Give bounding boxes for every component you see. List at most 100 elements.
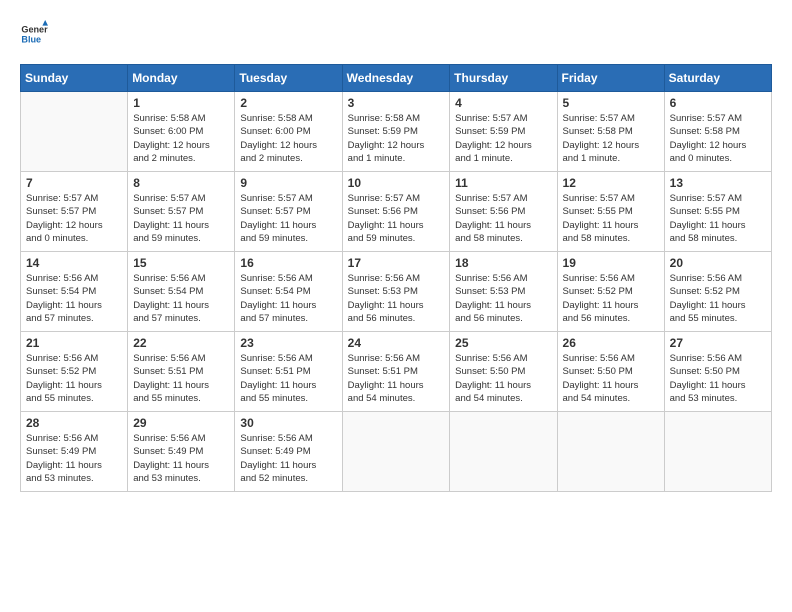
- day-number: 18: [455, 256, 551, 270]
- calendar-cell: 11 Sunrise: 5:57 AM Sunset: 5:56 PM Dayli…: [450, 172, 557, 252]
- day-number: 13: [670, 176, 766, 190]
- day-info: Sunrise: 5:56 AM Sunset: 5:51 PM Dayligh…: [348, 352, 445, 405]
- calendar-cell: 12Sunrise: 5:57 AM Sunset: 5:55 PM Dayli…: [557, 172, 664, 252]
- day-info: Sunrise: 5:56 AM Sunset: 5:49 PM Dayligh…: [26, 432, 122, 485]
- calendar-cell: 16 Sunrise: 5:56 AM Sunset: 5:54 PM Dayli…: [235, 252, 342, 332]
- day-info: Sunrise: 5:57 AM Sunset: 5:57 PM Dayligh…: [240, 192, 336, 245]
- calendar-cell: 3Sunrise: 5:58 AM Sunset: 5:59 PM Daylig…: [342, 92, 450, 172]
- week-row-4: 21 Sunrise: 5:56 AM Sunset: 5:52 PM Dayli…: [21, 332, 772, 412]
- day-number: 26: [563, 336, 659, 350]
- day-info: Sunrise: 5:57 AM Sunset: 5:56 PM Dayligh…: [348, 192, 445, 245]
- day-number: 17: [348, 256, 445, 270]
- calendar-cell: 26Sunrise: 5:56 AM Sunset: 5:50 PM Dayli…: [557, 332, 664, 412]
- day-info: Sunrise: 5:56 AM Sunset: 5:50 PM Dayligh…: [455, 352, 551, 405]
- calendar-cell: 1 Sunrise: 5:58 AM Sunset: 6:00 PM Daylig…: [128, 92, 235, 172]
- calendar-cell: 4 Sunrise: 5:57 AM Sunset: 5:59 PM Daylig…: [450, 92, 557, 172]
- day-number: 16: [240, 256, 336, 270]
- day-info: Sunrise: 5:56 AM Sunset: 5:52 PM Dayligh…: [563, 272, 659, 325]
- day-number: 8: [133, 176, 229, 190]
- day-info: Sunrise: 5:56 AM Sunset: 5:53 PM Dayligh…: [455, 272, 551, 325]
- day-info: Sunrise: 5:56 AM Sunset: 5:54 PM Dayligh…: [133, 272, 229, 325]
- calendar-cell: 21 Sunrise: 5:56 AM Sunset: 5:52 PM Dayli…: [21, 332, 128, 412]
- day-number: 12: [563, 176, 659, 190]
- calendar-cell: 30 Sunrise: 5:56 AM Sunset: 5:49 PM Dayli…: [235, 412, 342, 492]
- calendar-cell: 13 Sunrise: 5:57 AM Sunset: 5:55 PM Dayli…: [664, 172, 771, 252]
- svg-text:General: General: [21, 25, 48, 35]
- day-info: Sunrise: 5:56 AM Sunset: 5:54 PM Dayligh…: [240, 272, 336, 325]
- day-header-thursday: Thursday: [450, 65, 557, 92]
- day-number: 22: [133, 336, 229, 350]
- calendar-cell: 19 Sunrise: 5:56 AM Sunset: 5:52 PM Dayli…: [557, 252, 664, 332]
- day-info: Sunrise: 5:57 AM Sunset: 5:59 PM Dayligh…: [455, 112, 551, 165]
- calendar-cell: 14Sunrise: 5:56 AM Sunset: 5:54 PM Dayli…: [21, 252, 128, 332]
- day-number: 2: [240, 96, 336, 110]
- calendar-cell: 27 Sunrise: 5:56 AM Sunset: 5:50 PM Dayli…: [664, 332, 771, 412]
- day-number: 3: [348, 96, 445, 110]
- calendar-cell: 29Sunrise: 5:56 AM Sunset: 5:49 PM Dayli…: [128, 412, 235, 492]
- day-number: 19: [563, 256, 659, 270]
- day-info: Sunrise: 5:57 AM Sunset: 5:57 PM Dayligh…: [133, 192, 229, 245]
- day-number: 21: [26, 336, 122, 350]
- calendar-cell: [557, 412, 664, 492]
- calendar-cell: 8 Sunrise: 5:57 AM Sunset: 5:57 PM Daylig…: [128, 172, 235, 252]
- day-number: 7: [26, 176, 122, 190]
- day-header-tuesday: Tuesday: [235, 65, 342, 92]
- calendar-cell: 24Sunrise: 5:56 AM Sunset: 5:51 PM Dayli…: [342, 332, 450, 412]
- calendar-table: SundayMondayTuesdayWednesdayThursdayFrid…: [20, 64, 772, 492]
- day-header-wednesday: Wednesday: [342, 65, 450, 92]
- day-number: 15: [133, 256, 229, 270]
- day-info: Sunrise: 5:56 AM Sunset: 5:49 PM Dayligh…: [240, 432, 336, 485]
- day-header-monday: Monday: [128, 65, 235, 92]
- day-header-friday: Friday: [557, 65, 664, 92]
- day-header-sunday: Sunday: [21, 65, 128, 92]
- calendar-cell: 23Sunrise: 5:56 AM Sunset: 5:51 PM Dayli…: [235, 332, 342, 412]
- calendar-cell: 15 Sunrise: 5:56 AM Sunset: 5:54 PM Dayli…: [128, 252, 235, 332]
- week-row-1: 1 Sunrise: 5:58 AM Sunset: 6:00 PM Daylig…: [21, 92, 772, 172]
- day-info: Sunrise: 5:56 AM Sunset: 5:54 PM Dayligh…: [26, 272, 122, 325]
- calendar-cell: [450, 412, 557, 492]
- week-row-5: 28 Sunrise: 5:56 AM Sunset: 5:49 PM Dayli…: [21, 412, 772, 492]
- day-info: Sunrise: 5:56 AM Sunset: 5:53 PM Dayligh…: [348, 272, 445, 325]
- day-info: Sunrise: 5:56 AM Sunset: 5:50 PM Dayligh…: [670, 352, 766, 405]
- day-number: 10: [348, 176, 445, 190]
- svg-text:Blue: Blue: [21, 34, 41, 44]
- day-info: Sunrise: 5:57 AM Sunset: 5:56 PM Dayligh…: [455, 192, 551, 245]
- calendar-cell: 17 Sunrise: 5:56 AM Sunset: 5:53 PM Dayli…: [342, 252, 450, 332]
- day-number: 4: [455, 96, 551, 110]
- week-row-3: 14Sunrise: 5:56 AM Sunset: 5:54 PM Dayli…: [21, 252, 772, 332]
- calendar-cell: 22Sunrise: 5:56 AM Sunset: 5:51 PM Dayli…: [128, 332, 235, 412]
- day-info: Sunrise: 5:56 AM Sunset: 5:52 PM Dayligh…: [670, 272, 766, 325]
- week-row-2: 7 Sunrise: 5:57 AM Sunset: 5:57 PM Daylig…: [21, 172, 772, 252]
- calendar-cell: 20Sunrise: 5:56 AM Sunset: 5:52 PM Dayli…: [664, 252, 771, 332]
- calendar-cell: 18 Sunrise: 5:56 AM Sunset: 5:53 PM Dayli…: [450, 252, 557, 332]
- day-number: 9: [240, 176, 336, 190]
- day-info: Sunrise: 5:58 AM Sunset: 6:00 PM Dayligh…: [240, 112, 336, 165]
- day-number: 30: [240, 416, 336, 430]
- day-number: 11: [455, 176, 551, 190]
- calendar-cell: 6 Sunrise: 5:57 AM Sunset: 5:58 PM Daylig…: [664, 92, 771, 172]
- calendar-cell: [21, 92, 128, 172]
- day-info: Sunrise: 5:57 AM Sunset: 5:58 PM Dayligh…: [563, 112, 659, 165]
- day-number: 1: [133, 96, 229, 110]
- day-info: Sunrise: 5:58 AM Sunset: 6:00 PM Dayligh…: [133, 112, 229, 165]
- calendar-cell: 7 Sunrise: 5:57 AM Sunset: 5:57 PM Daylig…: [21, 172, 128, 252]
- day-info: Sunrise: 5:57 AM Sunset: 5:57 PM Dayligh…: [26, 192, 122, 245]
- calendar-cell: 9 Sunrise: 5:57 AM Sunset: 5:57 PM Daylig…: [235, 172, 342, 252]
- day-number: 28: [26, 416, 122, 430]
- calendar-cell: 10 Sunrise: 5:57 AM Sunset: 5:56 PM Dayli…: [342, 172, 450, 252]
- page-header: General Blue: [20, 20, 772, 48]
- logo-icon: General Blue: [20, 20, 48, 48]
- calendar-cell: 2 Sunrise: 5:58 AM Sunset: 6:00 PM Daylig…: [235, 92, 342, 172]
- day-info: Sunrise: 5:57 AM Sunset: 5:58 PM Dayligh…: [670, 112, 766, 165]
- calendar-cell: [342, 412, 450, 492]
- calendar-cell: [664, 412, 771, 492]
- day-number: 23: [240, 336, 336, 350]
- day-number: 27: [670, 336, 766, 350]
- calendar-cell: 28 Sunrise: 5:56 AM Sunset: 5:49 PM Dayli…: [21, 412, 128, 492]
- day-number: 5: [563, 96, 659, 110]
- day-info: Sunrise: 5:56 AM Sunset: 5:49 PM Dayligh…: [133, 432, 229, 485]
- day-number: 6: [670, 96, 766, 110]
- day-header-saturday: Saturday: [664, 65, 771, 92]
- day-info: Sunrise: 5:57 AM Sunset: 5:55 PM Dayligh…: [670, 192, 766, 245]
- day-info: Sunrise: 5:56 AM Sunset: 5:52 PM Dayligh…: [26, 352, 122, 405]
